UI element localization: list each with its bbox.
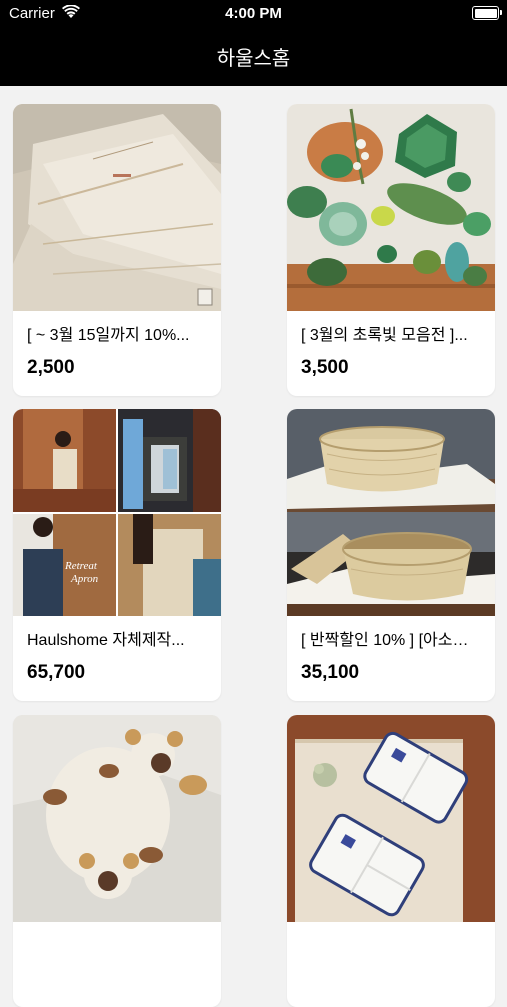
- battery-icon: [472, 6, 502, 20]
- product-image-bamboo-baskets[interactable]: [287, 409, 495, 616]
- product-card[interactable]: [ ~ 3월 15일까지 10%... 2,500: [13, 104, 221, 396]
- product-image-green-ceramics[interactable]: [287, 104, 495, 311]
- product-grid[interactable]: [ ~ 3월 15일까지 10%... 2,500 [3월의 초록빛 모음전 …: [0, 86, 507, 1007]
- product-price: 2,500: [27, 357, 75, 378]
- apron-caption-line1: Retreat: [64, 560, 98, 572]
- product-title: [ ~ 3월 15일까지 10%...: [27, 327, 190, 344]
- product-card[interactable]: [ 3월의 초록빛 모음전 ]... 3,500: [287, 104, 495, 396]
- product-card[interactable]: [287, 715, 495, 1007]
- product-title: [ 반짝할인 10% ] [아소…: [301, 632, 469, 649]
- product-card[interactable]: [ 반짝할인 10% ] [아소… 35,100: [287, 409, 495, 701]
- apron-caption-line2: Apron: [70, 573, 99, 585]
- product-title: [ 3월의 초록빛 모음전 ]...: [301, 327, 468, 344]
- product-image-blue-white-plates[interactable]: [287, 715, 495, 922]
- product-price: 35,100: [301, 662, 360, 683]
- product-card[interactable]: Retreat Apron Haulshome 자체제작... 65,700: [13, 409, 221, 701]
- product-price: 65,700: [27, 662, 86, 683]
- top-bar: Carrier 4:00 PM 하울스홈: [0, 0, 507, 86]
- product-price: 3,500: [301, 357, 349, 378]
- product-image-apron-collage[interactable]: Retreat Apron: [13, 409, 221, 616]
- page-title: 하울스홈: [216, 48, 291, 70]
- product-title: Haulshome 자체제작...: [27, 632, 185, 649]
- product-card[interactable]: [13, 715, 221, 1007]
- status-time: 4:00 PM: [225, 5, 282, 22]
- product-image-bear-rug[interactable]: [13, 715, 221, 922]
- status-bar: Carrier 4:00 PM: [0, 0, 507, 28]
- product-image-linen-napkins[interactable]: [13, 104, 221, 311]
